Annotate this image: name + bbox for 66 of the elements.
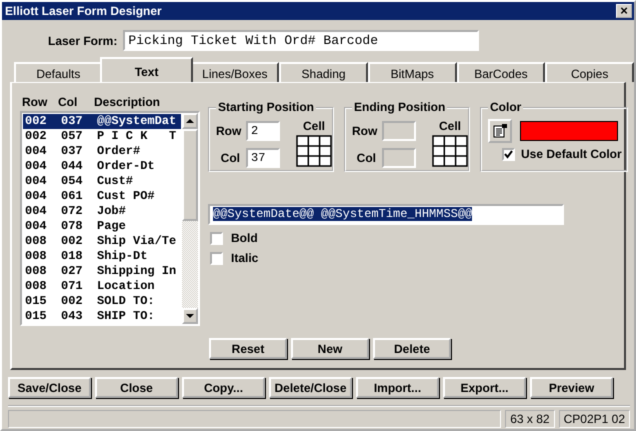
laser-form-label: Laser Form: (48, 34, 118, 48)
tab[interactable]: Copies (545, 62, 634, 82)
cell-label: Cell (302, 119, 325, 133)
col-field[interactable]: 37 (246, 148, 280, 168)
list-button[interactable]: New (291, 338, 369, 359)
action-button[interactable]: Import... (356, 377, 439, 398)
list-item[interactable]: 015 043 SHIP TO: (23, 309, 181, 324)
color-swatch[interactable] (520, 121, 618, 141)
tab[interactable]: Lines/Boxes (190, 62, 280, 82)
list-item[interactable]: 004 072 Job# (23, 204, 181, 219)
tab[interactable]: BarCodes (456, 62, 546, 82)
list-item[interactable]: 002 037 @@SystemDat (23, 114, 181, 129)
list-item[interactable]: 004 061 Cust PO# (23, 189, 181, 204)
tab[interactable]: BitMaps (368, 62, 457, 82)
list-button[interactable]: Reset (209, 338, 287, 359)
checkbox[interactable] (502, 148, 515, 160)
tab[interactable]: Shading (279, 62, 368, 82)
tab[interactable]: Defaults (14, 62, 103, 82)
group-title: Ending Position (352, 100, 448, 114)
list-item[interactable]: 008 002 Ship Via/Te (23, 234, 181, 249)
group-title: Starting Position (216, 100, 316, 114)
column-header: Description (94, 95, 160, 109)
checkbox[interactable] (210, 232, 223, 244)
tab[interactable]: Text (100, 57, 194, 82)
row-field[interactable]: 2 (246, 121, 280, 141)
list-item[interactable]: 008 018 Ship-Dt (23, 249, 181, 264)
column-header: Row (22, 95, 48, 109)
cell-label: Cell (438, 119, 461, 133)
row-label: Row (216, 124, 242, 138)
check-icon (504, 150, 513, 158)
laser-form-field[interactable]: Picking Ticket With Ord# Barcode (123, 30, 480, 51)
color-picker-button[interactable] (488, 119, 512, 143)
action-button[interactable]: Export... (443, 377, 526, 398)
col-field[interactable] (382, 148, 416, 168)
list-item[interactable]: 004 078 Page (23, 219, 181, 234)
list-item[interactable]: 008 027 Shipping In (23, 264, 181, 279)
group-title: Color (488, 100, 524, 114)
action-button[interactable]: Save/Close (8, 377, 91, 398)
list-item[interactable]: 004 037 Order# (23, 144, 181, 159)
list-item[interactable]: 004 044 Order-Dt (23, 159, 181, 174)
action-button[interactable]: Preview (530, 377, 613, 398)
column-header: Col (58, 95, 78, 109)
window-title: Elliott Laser Form Designer (5, 4, 162, 18)
list-item[interactable]: 015 002 SOLD TO: (23, 294, 181, 309)
col-label: Col (356, 151, 377, 165)
list-item[interactable]: 004 054 Cust# (23, 174, 181, 189)
action-button[interactable]: Copy... (182, 377, 265, 398)
list-button[interactable]: Delete (373, 338, 451, 359)
action-button[interactable]: Close (95, 377, 178, 398)
col-label: Col (220, 151, 241, 165)
status-code: CP02P1 02 (558, 410, 630, 428)
close-button[interactable]: × (616, 4, 632, 18)
checkbox[interactable] (210, 252, 223, 264)
status-size: 63 x 82 (505, 410, 555, 428)
cell-grid-icon[interactable] (432, 135, 468, 167)
text-field[interactable]: @@SystemDate@@ @@SystemTime_HHMMSS@@ (208, 204, 564, 225)
list-item[interactable]: 008 071 Location (23, 279, 181, 294)
form-icon (492, 123, 508, 139)
checkbox-label: Italic (231, 251, 258, 265)
list-item[interactable]: 002 057 P I C K T (23, 129, 181, 144)
row-label: Row (352, 124, 378, 138)
cell-grid-icon[interactable] (296, 135, 332, 167)
checkbox-label: Use Default Color (521, 147, 622, 161)
scrollbar[interactable] (182, 113, 198, 324)
checkbox-label: Bold (231, 231, 258, 245)
action-button[interactable]: Delete/Close (269, 377, 352, 398)
